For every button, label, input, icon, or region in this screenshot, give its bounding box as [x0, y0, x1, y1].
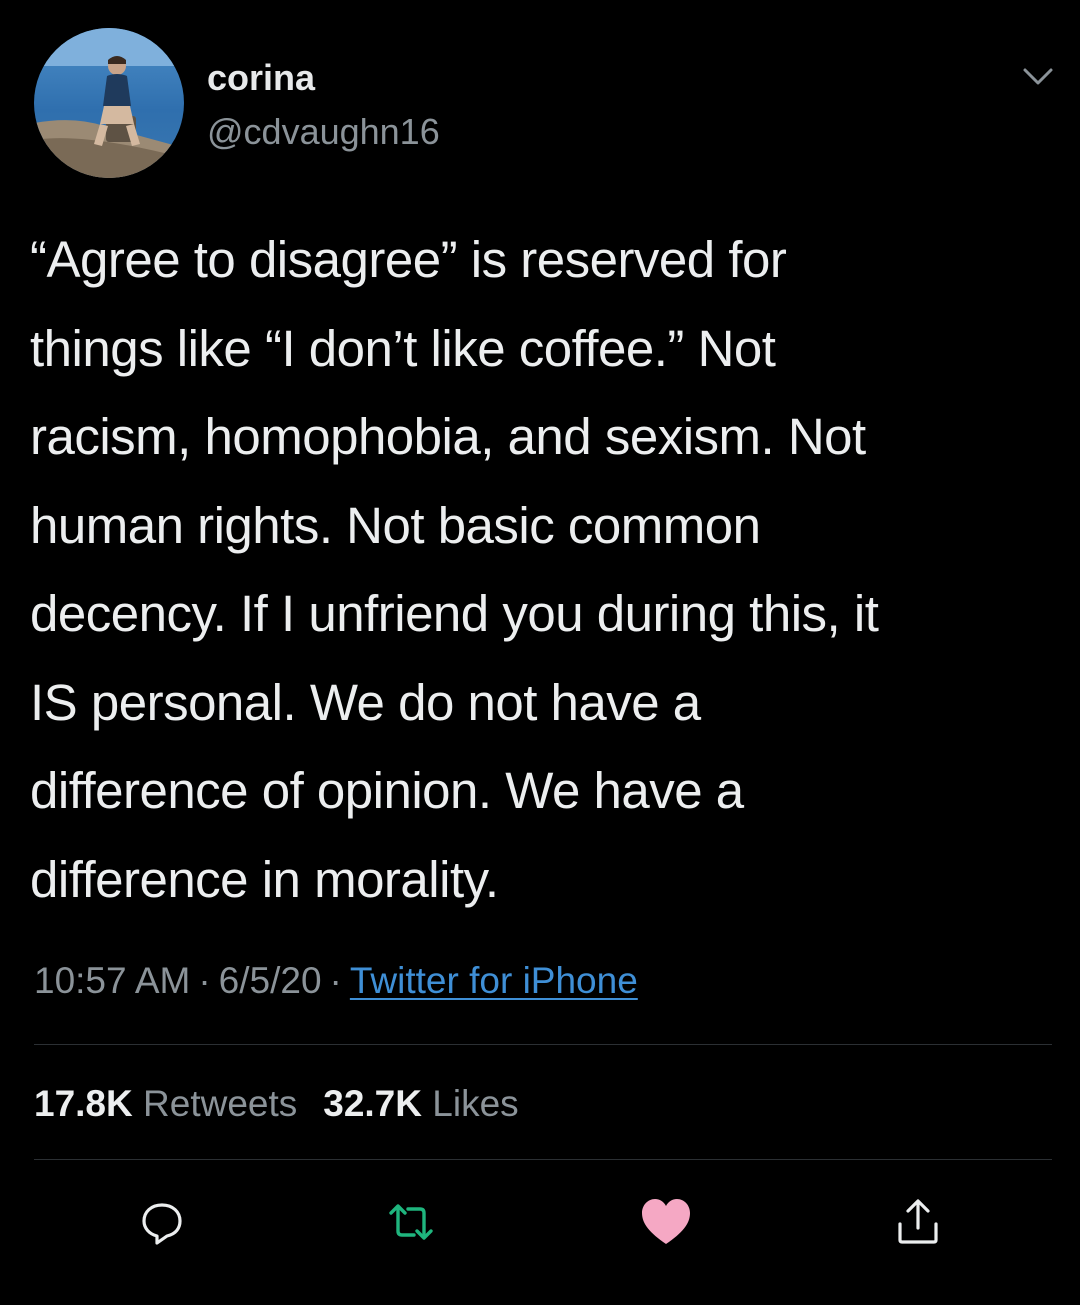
likes-stat[interactable]: 32.7K Likes [323, 1083, 518, 1124]
retweet-button[interactable] [383, 1196, 439, 1252]
avatar-photo [34, 28, 184, 178]
reply-button[interactable] [134, 1196, 190, 1252]
tweet-source-link[interactable]: Twitter for iPhone [350, 960, 638, 1001]
like-button[interactable] [638, 1196, 694, 1252]
likes-count: 32.7K [323, 1083, 422, 1124]
retweet-icon [383, 1197, 439, 1252]
separator-dot: · [329, 960, 342, 1001]
tweet-stats: 17.8K Retweets 32.7K Likes [34, 1080, 519, 1128]
tweet-text-line: racism, homophobia, and sexism. Not [30, 408, 866, 465]
retweets-label: Retweets [143, 1083, 298, 1124]
tweet-text-line: IS personal. We do not have a [30, 673, 701, 731]
tweet-time[interactable]: 10:57 AM [34, 960, 190, 1001]
share-icon [892, 1196, 944, 1253]
tweet-metadata: 10:57 AM · 6/5/20 · Twitter for iPhone [34, 957, 638, 1005]
retweets-count: 17.8K [34, 1083, 133, 1124]
separator-dot: · [198, 960, 211, 1001]
tweet-text-line: difference in morality. [30, 850, 499, 908]
divider [34, 1044, 1052, 1045]
tweet-text-line: difference of opinion. We have a [30, 762, 744, 819]
chevron-down-icon[interactable] [1020, 62, 1056, 90]
reply-icon [137, 1197, 187, 1252]
likes-label: Likes [432, 1083, 519, 1124]
tweet-text-line: human rights. Not basic common [30, 496, 761, 554]
user-handle[interactable]: @cdvaughn16 [207, 110, 440, 154]
tweet-date[interactable]: 6/5/20 [219, 960, 322, 1001]
divider [34, 1159, 1052, 1160]
display-name[interactable]: corina [207, 56, 315, 100]
heart-icon [638, 1196, 694, 1253]
tweet-card: corina @cdvaughn16 “Agree to disagree” i… [0, 0, 1080, 1305]
tweet-text: “Agree to disagree” is reserved for thin… [30, 216, 1050, 924]
avatar[interactable] [34, 28, 184, 178]
tweet-text-line: things like “I don’t like coffee.” Not [30, 319, 776, 377]
tweet-text-line: “Agree to disagree” is reserved for [30, 231, 787, 288]
retweets-stat[interactable]: 17.8K Retweets [34, 1083, 297, 1124]
share-button[interactable] [890, 1196, 946, 1252]
tweet-text-line: decency. If I unfriend you during this, … [30, 585, 879, 642]
